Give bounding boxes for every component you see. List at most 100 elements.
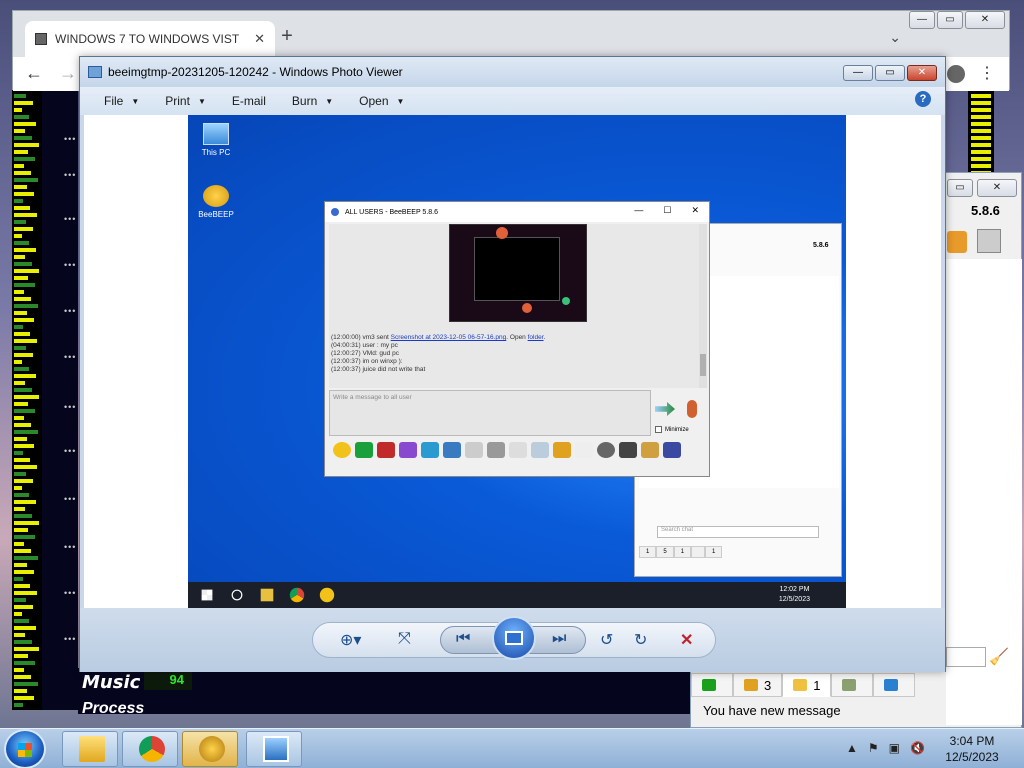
visualizer-bar [14,220,26,224]
taskbar-beebeep[interactable] [182,731,238,767]
visualizer-bar [14,584,30,588]
tab-title: WINDOWS 7 TO WINDOWS VIST [55,32,240,46]
previous-icon[interactable]: ⏮ [456,630,470,648]
visualizer-bar [14,682,38,686]
delete-icon[interactable]: ✕ [680,630,693,650]
visualizer-bar [14,514,32,518]
spell-check-icon [465,442,483,458]
actual-size-icon[interactable]: ⤧ [398,630,411,648]
visualizer-bar [14,94,26,98]
volume-muted-icon[interactable]: 🔇 [910,741,925,755]
visualizer-bar [14,248,36,252]
send-icon [655,402,675,416]
photo-viewer-controls: ⊕▾ ⤧ ⏮ ⏭ ↺ ↻ ✕ [80,608,945,672]
screenshot-clock: 12:02 PM 12/5/2023 [778,586,810,603]
visualizer-bar [14,157,35,161]
tab-chats[interactable]: 1 [782,673,832,697]
desktop-left-visualizer [12,90,42,710]
chat-messages: (12:00:00) vm3 sent Screenshot at 2023-1… [329,224,699,388]
beebeep-tabs: 1 5 1 1 [639,546,723,558]
action-center-icon[interactable]: ⚑ [868,741,879,755]
users-icon [702,679,716,691]
visualizer-bar [14,304,38,308]
maximize-button[interactable]: ▭ [875,65,905,81]
taskbar-photo-viewer[interactable] [246,731,302,767]
plugin-icon[interactable] [947,231,967,253]
shared-screenshot-thumbnail [449,224,587,322]
next-icon[interactable]: ⏭ [552,630,566,648]
visualizer-bar [14,577,23,581]
maximize-button[interactable]: ▭ [947,179,973,197]
tab-network[interactable] [831,673,874,697]
visualizer-bar [971,150,991,154]
zoom-icon[interactable]: ⊕▾ [340,630,361,650]
menu-open[interactable]: Open ▼ [359,94,404,108]
visualizer-bar [14,395,39,399]
start-button[interactable] [4,729,46,768]
visualizer-bar [14,171,31,175]
link-icon [575,442,593,458]
network-icon[interactable]: ▣ [889,741,900,755]
visualizer-bar [14,115,29,119]
tab-close-icon[interactable]: ✕ [254,31,265,47]
close-icon: ✕ [691,205,699,215]
visualizer-bar [14,108,22,112]
tab-groups[interactable]: 3 [733,673,783,697]
music-widget: Music 94 Process [78,668,690,717]
photo-viewer-titlebar: beeimgtmp-20231205-120242 - Windows Phot… [80,57,945,87]
help-icon[interactable]: ? [915,91,931,107]
visualizer-bar [14,633,25,637]
tab-users[interactable] [691,673,733,697]
back-arrow-icon[interactable]: ← [25,63,43,84]
visualizer-bar [14,444,34,448]
chat-titlebar: ALL USERS - BeeBEEP 5.8.6 — ☐ ✕ [325,202,709,222]
emoji-icon [333,442,351,458]
visualizer-bar [14,654,28,658]
trash-icon[interactable] [977,229,1001,253]
close-button[interactable]: ✕ [977,179,1017,197]
minimize-checkbox: Minimize [655,426,689,433]
close-button[interactable]: ✕ [965,11,1005,29]
visualizer-bar [971,115,991,119]
chevron-down-icon: ▼ [325,96,334,106]
chat-line: (12:00:27) VMd: gud pc [331,350,399,357]
slideshow-button[interactable] [492,616,536,660]
tab-files[interactable] [873,673,916,697]
taskbar-chrome[interactable] [122,731,178,767]
chat-line: (12:00:00) vm3 sent Screenshot at 2023-1… [331,334,546,341]
visualizer-bar [14,647,39,651]
visualizer-bar [14,122,36,126]
show-hidden-icons-icon[interactable]: ▲ [846,741,858,755]
taskbar-explorer[interactable] [62,731,118,767]
visualizer-bar [14,199,23,203]
menu-file[interactable]: File ▼ [104,94,139,108]
slideshow-icon [505,631,523,645]
rotate-clockwise-icon[interactable]: ↻ [634,630,647,650]
visualizer-bar [14,619,29,623]
rotate-counterclockwise-icon[interactable]: ↺ [600,630,613,650]
visualizer-bar [14,234,22,238]
chrome-menu-icon[interactable]: ⋮ [979,63,995,83]
menu-print[interactable]: Print ▼ [165,94,206,108]
search-input[interactable] [946,647,986,667]
minimize-button[interactable]: — [909,11,935,29]
broom-icon[interactable]: 🧹 [989,647,1009,667]
font-icon [377,442,395,458]
minimize-button[interactable]: — [843,65,873,81]
profile-avatar-icon[interactable] [947,65,965,83]
chrome-tab[interactable]: WINDOWS 7 TO WINDOWS VIST ✕ [25,21,275,57]
close-button[interactable]: ✕ [907,65,937,81]
microphone-icon [687,400,697,418]
tab-search-chevron-icon[interactable]: ⌄ [889,29,901,46]
menu-burn[interactable]: Burn ▼ [292,94,333,108]
music-label: Music [82,672,141,693]
visualizer-bar [14,381,25,385]
visualizer-bar [14,409,35,413]
visualizer-bar [14,262,32,266]
new-tab-button[interactable]: + [275,25,299,48]
maximize-button[interactable]: ▭ [937,11,963,29]
menu-email[interactable]: E-mail [232,94,266,108]
computer-icon [203,123,229,145]
forward-arrow-icon[interactable]: → [59,63,77,84]
taskbar-clock[interactable]: 3:04 PM 12/5/2023 [930,733,1014,765]
